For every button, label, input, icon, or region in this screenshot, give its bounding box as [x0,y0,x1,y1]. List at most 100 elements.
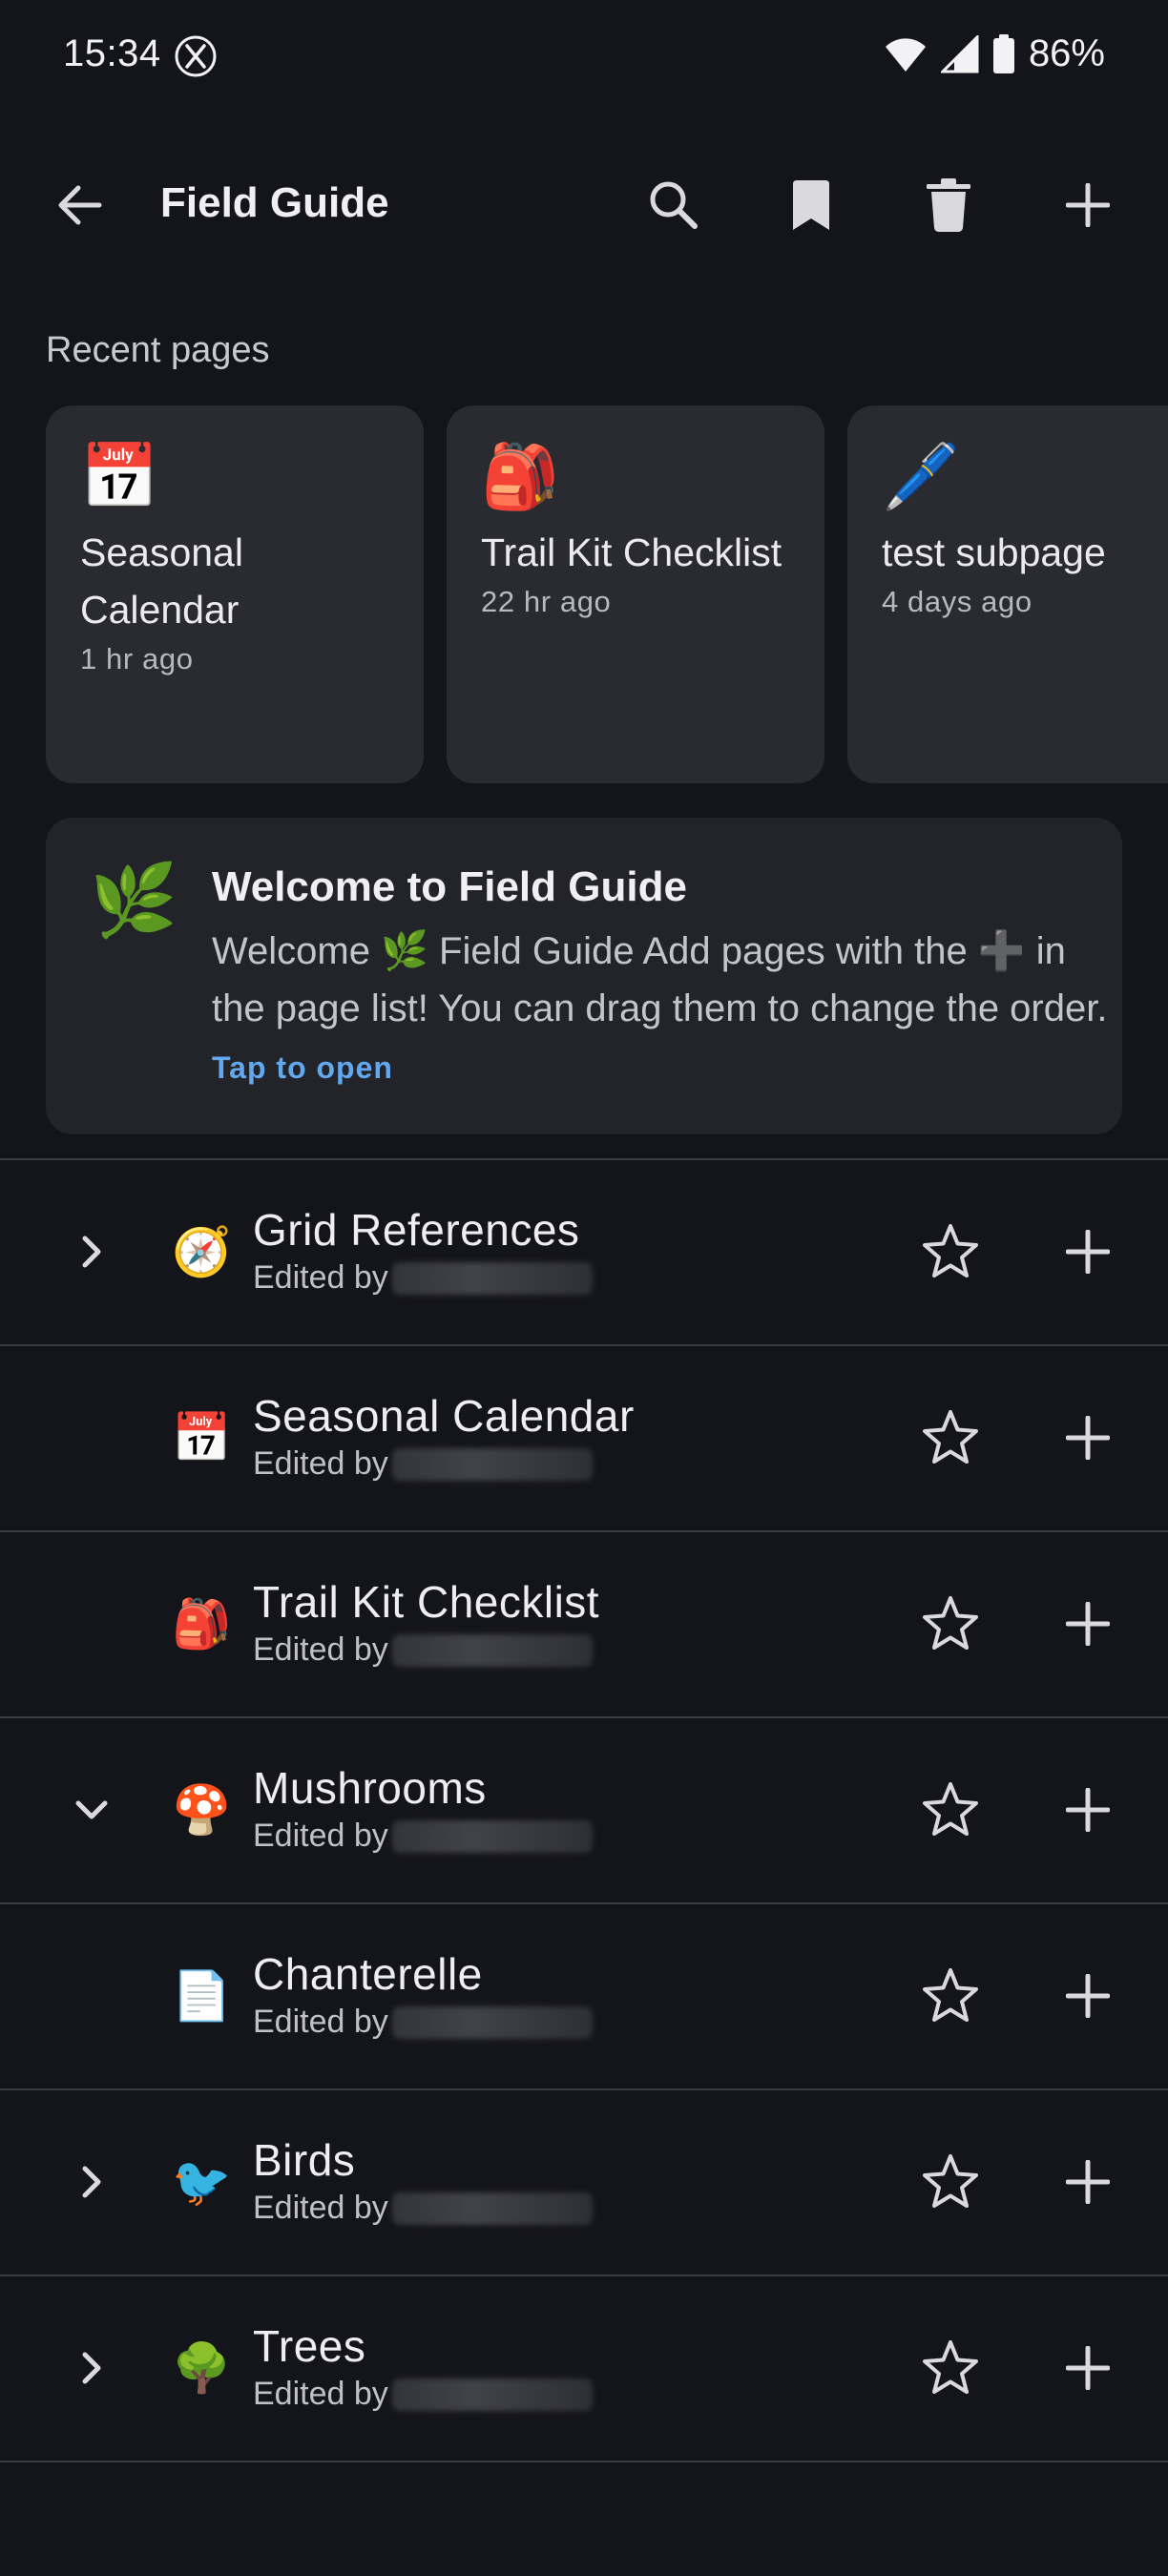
favorite-button[interactable] [903,1948,998,2044]
recent-page-card[interactable]: 📅 Seasonal Calendar 1 hr ago [46,405,424,783]
favorite-button[interactable] [903,2320,998,2416]
page-title: Chanterelle [253,1949,483,1999]
page-edited-by: Edited by [253,2376,593,2413]
wifi-icon [885,37,926,72]
favorite-button[interactable] [903,1390,998,1485]
page-title: Field Guide [160,179,389,226]
redacted-author [391,1447,593,1481]
expand-button[interactable] [53,2320,130,2416]
recent-page-card[interactable]: 🖊️ test subpage 4 days ago [847,405,1168,783]
add-subpage-button[interactable] [1040,1390,1136,1485]
recent-page-time: 22 hr ago [481,585,612,618]
page-edited-by: Edited by [253,1445,593,1483]
expand-button[interactable] [53,2134,130,2230]
page-row-seasonal-calendar[interactable]: 📅 Seasonal Calendar Edited by [0,1346,1168,1530]
star-outline-icon [923,1968,978,2022]
tap-to-open-link[interactable]: Tap to open [212,1050,393,1086]
arrow-left-icon [58,185,102,225]
add-subpage-button[interactable] [1040,1204,1136,1299]
recent-page-title: Seasonal Calendar [80,530,243,632]
edited-by-label: Edited by [253,1631,388,1668]
add-subpage-button[interactable] [1040,2320,1136,2416]
star-outline-icon [923,2340,978,2394]
add-subpage-button[interactable] [1040,1576,1136,1672]
app-bar: Field Guide [0,153,1168,258]
compass-icon: 🧭 [172,1225,232,1278]
recent-page-title: test subpage [882,530,1106,574]
battery-percent: 86% [1028,32,1105,74]
recent-page-title: Trail Kit Checklist [481,530,782,574]
welcome-title: Welcome to Field Guide [212,863,687,910]
page-row-grid-references[interactable]: 🧭 Grid References Edited by [0,1160,1168,1344]
welcome-body: Welcome 🌿 Field Guide Add pages with the… [212,930,1108,1029]
collapse-button[interactable] [53,1762,130,1858]
page-edited-by: Edited by [253,2004,593,2041]
edited-by-label: Edited by [253,2190,388,2226]
backpack-icon: 🎒 [172,1597,232,1651]
page-edited-by: Edited by [253,1259,593,1297]
plus-icon [1066,1602,1110,1646]
edited-by-label: Edited by [253,1259,388,1296]
status-indicators: 86% [884,32,1105,75]
plus-icon [1066,1416,1110,1460]
page-row-mushrooms[interactable]: 🍄 Mushrooms Edited by [0,1718,1168,1902]
add-page-button[interactable] [1040,153,1136,258]
screen: 15:34 86% Field Guide Recent pages 📅 Sea… [0,0,1168,2576]
recent-page-time: 1 hr ago [80,642,194,675]
calendar-icon: 📅 [172,1411,232,1465]
page-edited-by: Edited by [253,1818,593,1855]
plus-icon [1066,2346,1110,2390]
edited-by-label: Edited by [253,2004,388,2040]
search-button[interactable] [626,153,721,258]
page-row-trees[interactable]: 🌳 Trees Edited by [0,2276,1168,2461]
edited-by-label: Edited by [253,1445,388,1482]
page-title: Birds [253,2135,356,2185]
page-title: Trail Kit Checklist [253,1577,600,1627]
back-button[interactable] [32,153,128,258]
page-row-birds[interactable]: 🐦 Birds Edited by [0,2090,1168,2275]
star-outline-icon [923,1224,978,1278]
recent-page-card[interactable]: 🎒 Trail Kit Checklist 22 hr ago [447,405,824,783]
favorite-button[interactable] [903,1204,998,1299]
status-bar: 15:34 86% [0,0,1168,113]
page-row-trail-kit-checklist[interactable]: 🎒 Trail Kit Checklist Edited by [0,1532,1168,1716]
bookmark-icon [793,180,829,230]
plus-icon [1066,183,1110,227]
backpack-icon: 🎒 [481,441,560,511]
plus-icon [1066,1974,1110,2018]
pen-icon: 🖊️ [882,441,961,511]
favorite-button[interactable] [903,2134,998,2230]
star-outline-icon [923,1596,978,1650]
page-title: Grid References [253,1205,580,1255]
trash-button[interactable] [901,153,996,258]
redacted-author [391,1261,593,1295]
plus-icon [1066,1230,1110,1274]
mushroom-icon: 🍄 [172,1783,232,1837]
add-subpage-button[interactable] [1040,1762,1136,1858]
recent-pages-carousel[interactable]: 📅 Seasonal Calendar 1 hr ago 🎒 Trail Kit… [46,405,1168,783]
welcome-card[interactable]: 🌿 Welcome to Field Guide Welcome 🌿 Field… [46,818,1122,1134]
edited-by-label: Edited by [253,1818,388,1854]
expand-button[interactable] [53,1204,130,1299]
favorite-button[interactable] [903,1576,998,1672]
plus-icon [1066,2160,1110,2204]
bookmarks-button[interactable] [763,153,859,258]
divider [0,2461,1168,2462]
edited-by-label: Edited by [253,2376,388,2412]
page-row-chanterelle[interactable]: 📄 Chanterelle Edited by [0,1904,1168,2088]
favorite-button[interactable] [903,1762,998,1858]
add-subpage-button[interactable] [1040,2134,1136,2230]
page-title: Mushrooms [253,1763,487,1813]
cell-signal-icon [940,34,979,73]
plus-icon [1066,1788,1110,1832]
star-outline-icon [923,1410,978,1464]
redacted-author [391,2005,593,2039]
calendar-icon: 📅 [80,441,159,511]
recent-pages-label: Recent pages [46,330,270,370]
search-icon [650,181,698,229]
tree-icon: 🌳 [172,2341,232,2395]
redacted-author [391,1819,593,1853]
add-subpage-button[interactable] [1040,1948,1136,2044]
chevron-right-icon [82,1236,101,1268]
page-edited-by: Edited by [253,1631,593,1669]
